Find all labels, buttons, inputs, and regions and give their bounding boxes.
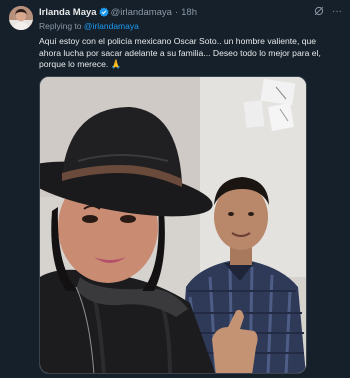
grok-icon[interactable] bbox=[314, 6, 324, 19]
author-handle[interactable]: @irlandamaya bbox=[111, 7, 172, 18]
tweet-header: Irlanda Maya @irlandamaya · 18h ··· bbox=[39, 5, 342, 19]
reply-prefix: Replying to bbox=[39, 21, 82, 31]
more-options-icon[interactable]: ··· bbox=[332, 7, 342, 17]
header-actions: ··· bbox=[314, 5, 342, 19]
reply-to-handle[interactable]: @irlandamaya bbox=[84, 21, 139, 31]
tweet-text: Aquí estoy con el policía mexicano Oscar… bbox=[39, 36, 321, 69]
tweet[interactable]: Irlanda Maya @irlandamaya · 18h ··· Repl… bbox=[0, 0, 350, 378]
tweet-photo[interactable] bbox=[39, 76, 307, 374]
display-name[interactable]: Irlanda Maya bbox=[39, 7, 97, 18]
replying-to: Replying to @irlandamaya bbox=[39, 20, 342, 32]
separator-dot: · bbox=[174, 6, 179, 18]
avatar[interactable] bbox=[9, 6, 33, 30]
selfie-photo-illustration bbox=[40, 77, 306, 373]
verified-badge-icon bbox=[98, 7, 109, 17]
timestamp[interactable]: 18h bbox=[181, 7, 197, 18]
tweet-content: Irlanda Maya @irlandamaya · 18h ··· Repl… bbox=[39, 5, 342, 71]
avatar-image bbox=[9, 6, 33, 30]
